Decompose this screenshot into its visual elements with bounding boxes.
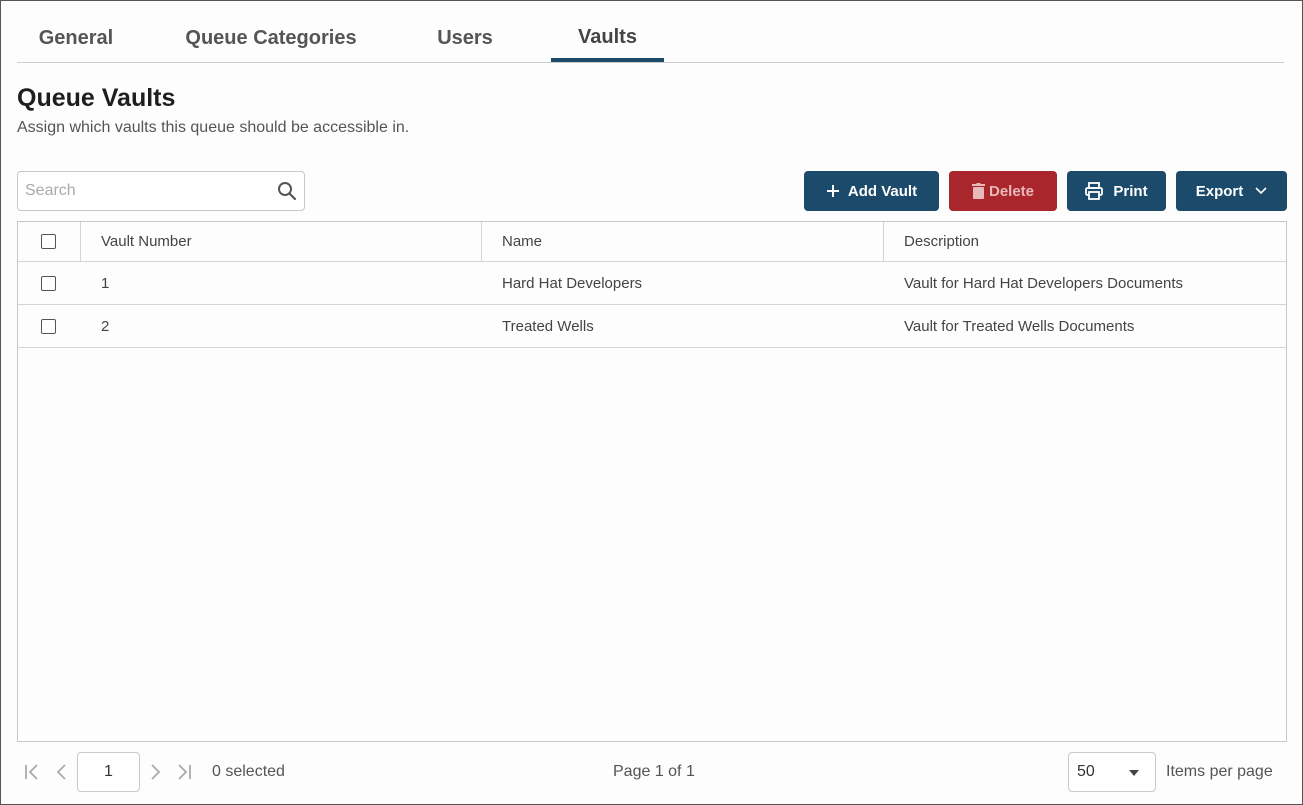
table-header: Vault Number Name Description xyxy=(18,222,1286,262)
print-label: Print xyxy=(1113,182,1148,200)
page-title: Queue Vaults xyxy=(17,84,176,112)
column-header-vault-number[interactable]: Vault Number xyxy=(101,222,192,261)
vault-description-cell: Vault for Hard Hat Developers Documents xyxy=(904,274,1184,292)
row-select-cell xyxy=(41,262,56,304)
row-select-cell xyxy=(41,305,56,347)
table-row[interactable]: 1 Hard Hat Developers Vault for Hard Hat… xyxy=(18,262,1286,305)
tab-users[interactable]: Users xyxy=(423,15,507,62)
table-row[interactable]: 2 Treated Wells Vault for Treated Wells … xyxy=(18,305,1286,348)
selected-count: 0 selected xyxy=(212,763,285,780)
select-all-cell xyxy=(41,222,56,261)
delete-button[interactable]: Delete xyxy=(949,171,1057,211)
trash-icon xyxy=(971,183,985,199)
column-divider xyxy=(883,222,884,262)
vault-description-cell: Vault for Treated Wells Documents xyxy=(904,317,1135,335)
search-box xyxy=(17,171,305,211)
chevron-down-icon xyxy=(1255,187,1267,195)
column-header-description[interactable]: Description xyxy=(904,222,979,261)
vaults-table: Vault Number Name Description 1 Hard Hat… xyxy=(17,221,1287,742)
items-per-page-label: Items per page xyxy=(1166,763,1273,780)
prev-page-icon[interactable] xyxy=(53,763,71,781)
active-tab-indicator xyxy=(551,58,664,62)
export-label: Export xyxy=(1195,182,1244,200)
vault-number-cell: 2 xyxy=(101,317,110,335)
vault-name-cell: Hard Hat Developers xyxy=(502,274,643,292)
next-page-icon[interactable] xyxy=(146,763,164,781)
column-divider xyxy=(80,222,81,262)
page-subtitle: Assign which vaults this queue should be… xyxy=(17,119,410,136)
select-all-checkbox[interactable] xyxy=(41,234,56,249)
page-number-input[interactable]: 1 xyxy=(77,752,140,792)
page-info: Page 1 of 1 xyxy=(613,763,695,780)
items-per-page-select[interactable]: 50 xyxy=(1068,752,1156,792)
column-divider xyxy=(481,222,482,262)
first-page-icon[interactable] xyxy=(23,763,41,781)
row-checkbox[interactable] xyxy=(41,275,56,291)
delete-label: Delete xyxy=(988,182,1035,200)
export-button[interactable]: Export xyxy=(1176,171,1287,211)
print-button[interactable]: Print xyxy=(1067,171,1166,211)
row-checkbox[interactable] xyxy=(41,318,56,334)
last-page-icon[interactable] xyxy=(175,763,193,781)
app-frame: General Queue Categories Users Vaults Qu… xyxy=(0,0,1303,805)
dropdown-arrow-icon xyxy=(1129,770,1139,776)
search-icon[interactable] xyxy=(277,181,297,201)
tab-general[interactable]: General xyxy=(17,15,135,62)
items-per-page-value: 50 xyxy=(1077,763,1095,780)
printer-icon xyxy=(1085,182,1104,200)
search-input[interactable] xyxy=(18,172,268,210)
add-vault-button[interactable]: Add Vault xyxy=(804,171,939,211)
plus-icon xyxy=(826,185,839,197)
column-header-name[interactable]: Name xyxy=(502,222,542,261)
tab-queue-categories[interactable]: Queue Categories xyxy=(167,15,375,62)
vault-name-cell: Treated Wells xyxy=(502,317,594,335)
vault-number-cell: 1 xyxy=(101,274,110,292)
tab-bar: General Queue Categories Users Vaults xyxy=(17,15,1284,63)
tab-vaults[interactable]: Vaults xyxy=(551,15,664,59)
add-vault-label: Add Vault xyxy=(847,182,918,200)
